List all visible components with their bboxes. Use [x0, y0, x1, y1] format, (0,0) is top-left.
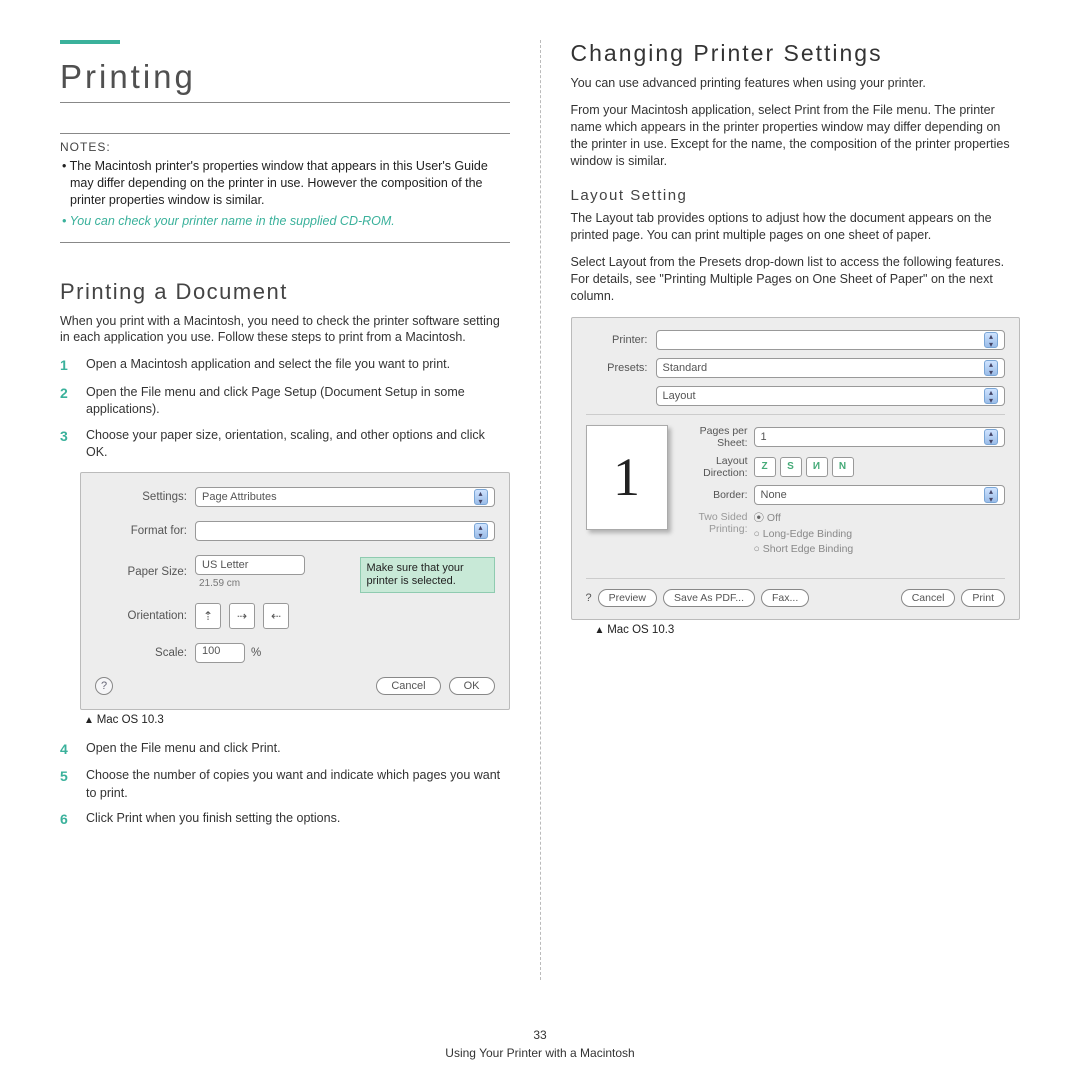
right-column: Changing Printer Settings You can use ad… — [541, 40, 1051, 980]
layout-dir-icon[interactable]: И — [806, 457, 828, 477]
presets-label: Presets: — [586, 362, 656, 374]
layout-preview: 1 — [586, 425, 668, 530]
layout-direction-label: Layout Direction: — [682, 455, 754, 479]
steps-list-1: 1Open a Macintosh application and select… — [60, 356, 510, 462]
page-number: 33 — [0, 1028, 1080, 1042]
format-for-label: Format for: — [95, 525, 195, 537]
scale-unit: % — [251, 647, 261, 659]
orientation-label: Orientation: — [95, 610, 195, 622]
cancel-button[interactable]: Cancel — [376, 677, 440, 695]
radio-off[interactable]: Off — [754, 511, 854, 527]
cancel-button[interactable]: Cancel — [901, 589, 956, 607]
figure-caption: Mac OS 10.3 — [595, 624, 1021, 636]
chevron-updown-icon: ▴▾ — [474, 489, 488, 505]
preview-button[interactable]: Preview — [598, 589, 657, 607]
print-dialog: Printer: ▴▾ Presets: Standard▴▾ Layout▴▾… — [571, 317, 1021, 620]
orientation-buttons: ⇡ ⇢ ⇠ — [195, 603, 289, 629]
border-label: Border: — [682, 489, 754, 501]
page-footer: 33 Using Your Printer with a Macintosh — [0, 1028, 1080, 1060]
two-sided-label: Two Sided Printing: — [682, 511, 754, 535]
step-item: 1Open a Macintosh application and select… — [60, 356, 510, 376]
intro-paragraph: When you print with a Macintosh, you nee… — [60, 313, 510, 347]
page-setup-dialog: Settings: Page Attributes▴▾ Format for: … — [80, 472, 510, 710]
paragraph: Select Layout from the Presets drop-down… — [571, 254, 1021, 305]
figure-caption: Mac OS 10.3 — [84, 714, 510, 726]
pages-per-sheet-label: Pages per Sheet: — [682, 425, 754, 449]
step-item: 3Choose your paper size, orientation, sc… — [60, 427, 510, 462]
help-icon[interactable]: ? — [95, 677, 113, 695]
orientation-reverse-icon[interactable]: ⇠ — [263, 603, 289, 629]
paragraph: The Layout tab provides options to adjus… — [571, 210, 1021, 244]
paragraph: From your Macintosh application, select … — [571, 102, 1021, 170]
chevron-updown-icon: ▴▾ — [984, 487, 998, 503]
step-item: 2Open the File menu and click Page Setup… — [60, 384, 510, 419]
scale-input[interactable]: 100 — [195, 643, 245, 663]
presets-select[interactable]: Standard▴▾ — [656, 358, 1006, 378]
paragraph: You can use advanced printing features w… — [571, 75, 1021, 92]
settings-select[interactable]: Page Attributes▴▾ — [195, 487, 495, 507]
footer-text: Using Your Printer with a Macintosh — [0, 1046, 1080, 1060]
chevron-updown-icon: ▴▾ — [474, 523, 488, 539]
layout-dir-icon[interactable]: Z — [754, 457, 776, 477]
step-item: 6Click Print when you finish setting the… — [60, 810, 510, 830]
layout-dir-icon[interactable]: N — [832, 457, 854, 477]
notes-list: The Macintosh printer's properties windo… — [60, 158, 510, 243]
radio-short[interactable]: Short Edge Binding — [754, 542, 854, 558]
accent-rule — [60, 40, 120, 44]
note-item: The Macintosh printer's properties windo… — [60, 158, 510, 209]
paper-size-select[interactable]: US Letter — [195, 555, 305, 575]
border-select[interactable]: None▴▾ — [754, 485, 1006, 505]
heading-printing: Printing — [60, 58, 510, 103]
note-item: You can check your printer name in the s… — [60, 213, 510, 230]
settings-label: Settings: — [95, 491, 195, 503]
heading-layout-setting: Layout Setting — [571, 187, 1021, 204]
pages-per-sheet-select[interactable]: 1▴▾ — [754, 427, 1006, 447]
heading-changing-settings: Changing Printer Settings — [571, 40, 1021, 67]
print-button[interactable]: Print — [961, 589, 1005, 607]
section-select[interactable]: Layout▴▾ — [656, 386, 1006, 406]
scale-label: Scale: — [95, 647, 195, 659]
callout-note: Make sure that your printer is selected. — [360, 557, 495, 593]
save-pdf-button[interactable]: Save As PDF... — [663, 589, 755, 607]
paper-size-label: Paper Size: — [95, 566, 195, 578]
heading-printing-document: Printing a Document — [60, 279, 510, 305]
chevron-updown-icon: ▴▾ — [984, 360, 998, 376]
steps-list-2: 4Open the File menu and click Print. 5Ch… — [60, 740, 510, 830]
orientation-landscape-icon[interactable]: ⇢ — [229, 603, 255, 629]
chevron-updown-icon: ▴▾ — [984, 388, 998, 404]
radio-long[interactable]: Long-Edge Binding — [754, 527, 854, 543]
chevron-updown-icon: ▴▾ — [984, 429, 998, 445]
chevron-updown-icon: ▴▾ — [984, 332, 998, 348]
left-column: Printing NOTES: The Macintosh printer's … — [30, 40, 541, 980]
printer-select[interactable]: ▴▾ — [656, 330, 1006, 350]
ok-button[interactable]: OK — [449, 677, 495, 695]
step-item: 5Choose the number of copies you want an… — [60, 767, 510, 802]
orientation-portrait-icon[interactable]: ⇡ — [195, 603, 221, 629]
notes-label: NOTES: — [60, 133, 510, 154]
printer-label: Printer: — [586, 334, 656, 346]
layout-dir-icon[interactable]: S — [780, 457, 802, 477]
fax-button[interactable]: Fax... — [761, 589, 809, 607]
step-item: 4Open the File menu and click Print. — [60, 740, 510, 760]
help-icon[interactable]: ? — [586, 592, 592, 604]
format-for-select[interactable]: ▴▾ — [195, 521, 495, 541]
